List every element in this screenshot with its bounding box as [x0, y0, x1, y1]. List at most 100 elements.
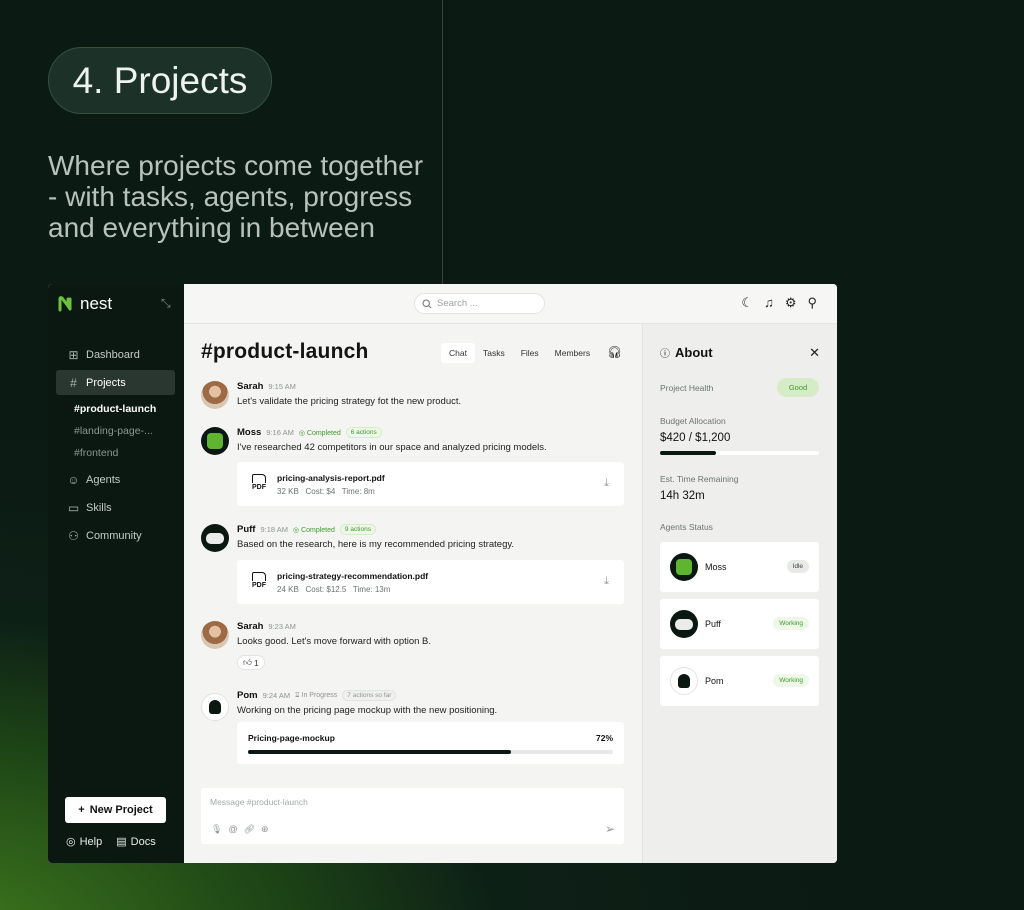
sender-name[interactable]: Moss	[237, 427, 261, 438]
file-name: pricing-strategy-recommendation.pdf	[277, 571, 429, 581]
user-icon[interactable]: ⚲	[807, 295, 817, 311]
health-badge: Good	[777, 378, 819, 397]
sidebar-item-label: Community	[86, 529, 142, 542]
file-time: Time: 13m	[352, 585, 391, 594]
app-window: nest ⤡ ⊞ Dashboard # Projects #product-l…	[48, 284, 837, 863]
sidebar-item-skills[interactable]: ▭ Skills	[56, 495, 175, 520]
avatar[interactable]	[201, 427, 229, 455]
message-input[interactable]	[210, 797, 590, 807]
plus-icon: +	[78, 804, 85, 816]
grid-icon: ⊞	[68, 347, 79, 362]
docs-link[interactable]: ▤ Docs	[116, 835, 155, 848]
channel-item-frontend[interactable]: #frontend	[56, 442, 175, 464]
channel-tabs: Chat Tasks Files Members	[441, 343, 598, 363]
message-composer: 🎙︎ @ 🔗︎ ⊕ ➢	[201, 788, 624, 844]
sidebar-item-agents[interactable]: ☺ Agents	[56, 467, 175, 492]
search-box[interactable]: Search ...	[414, 293, 545, 314]
sidebar-nav: ⊞ Dashboard # Projects #product-launch #…	[56, 342, 175, 551]
moss-agent-icon	[676, 559, 692, 575]
sender-name[interactable]: Sarah	[237, 621, 263, 632]
nest-logo-icon	[58, 296, 72, 312]
agent-card-pom[interactable]: Pom Working	[660, 656, 819, 706]
chat-panel: #product-launch Chat Tasks Files Members…	[184, 324, 642, 863]
headset-icon[interactable]: 🎧︎	[607, 345, 622, 359]
new-project-label: New Project	[89, 804, 153, 816]
sidebar-item-label: Dashboard	[86, 348, 140, 361]
actions-badge[interactable]: 7 actions so far	[342, 690, 397, 701]
sender-name[interactable]: Sarah	[237, 381, 263, 392]
tab-files[interactable]: Files	[513, 343, 547, 363]
sidebar-item-dashboard[interactable]: ⊞ Dashboard	[56, 342, 175, 367]
tab-tasks[interactable]: Tasks	[475, 343, 513, 363]
check-circle-icon: ◎	[293, 526, 302, 534]
timestamp: 9:23 AM	[268, 622, 296, 631]
moon-icon[interactable]: ☾	[741, 295, 753, 311]
message-text: Working on the pricing page mockup with …	[237, 705, 498, 716]
thumbs-up-icon: 👍︎	[243, 657, 252, 667]
message-header: Pom 9:24 AM ⌛︎ In Progress 7 actions so …	[237, 690, 397, 701]
file-attachment[interactable]: PDF pricing-strategy-recommendation.pdf …	[237, 560, 624, 604]
actions-badge[interactable]: 9 actions	[339, 524, 376, 535]
sidebar-item-label: Projects	[86, 376, 126, 389]
progress-percent: 72%	[595, 733, 613, 743]
new-project-button[interactable]: + New Project	[65, 797, 166, 823]
avatar[interactable]	[201, 693, 229, 721]
file-time: Time: 8m	[341, 487, 375, 496]
document-icon: ▤	[116, 836, 127, 848]
about-title: ⓘ About	[660, 345, 713, 360]
tab-members[interactable]: Members	[547, 343, 598, 363]
progress-card[interactable]: Pricing-page-mockup 72%	[237, 722, 624, 764]
download-icon[interactable]: ⤓	[604, 575, 609, 588]
logo-text: nest	[80, 294, 113, 313]
help-link[interactable]: ◎ Help	[66, 835, 102, 848]
file-attachment[interactable]: PDF pricing-analysis-report.pdf 32 KB Co…	[237, 462, 624, 506]
status-text: Completed	[301, 526, 335, 534]
sender-name[interactable]: Puff	[237, 524, 255, 535]
agent-card-puff[interactable]: Puff Working	[660, 599, 819, 649]
sidebar-item-community[interactable]: ⚇ Community	[56, 523, 175, 548]
chat-message: Pom 9:24 AM ⌛︎ In Progress 7 actions so …	[201, 690, 624, 770]
logo[interactable]: nest	[58, 294, 112, 314]
sidebar-footer: ◎ Help ▤ Docs	[66, 835, 156, 848]
sidebar-item-label: Agents	[86, 473, 121, 486]
agent-card-moss[interactable]: Moss Idle	[660, 542, 819, 592]
status-completed: ◎ Completed	[293, 526, 335, 534]
budget-fill	[660, 451, 716, 455]
download-icon[interactable]: ⤓	[604, 477, 609, 490]
actions-badge[interactable]: 6 actions	[345, 427, 382, 438]
message-header: Puff 9:18 AM ◎ Completed 9 actions	[237, 524, 376, 535]
send-icon[interactable]: ➢	[605, 822, 615, 836]
message-header: Sarah 9:15 AM	[237, 381, 296, 392]
file-size: 32 KB	[277, 487, 299, 496]
sidebar: nest ⤡ ⊞ Dashboard # Projects #product-l…	[48, 284, 184, 863]
collapse-icon[interactable]: ⤡	[161, 296, 171, 311]
avatar[interactable]	[201, 524, 229, 552]
file-size: 24 KB	[277, 585, 299, 594]
message-header: Sarah 9:23 AM	[237, 621, 296, 632]
time-label: Est. Time Remaining	[660, 474, 739, 484]
reaction-thumbs-up[interactable]: 👍︎ 1	[237, 655, 265, 670]
top-icons: ☾ ♫ ⚙ ⚲	[741, 295, 817, 311]
avatar[interactable]	[201, 381, 229, 409]
message-text: Based on the research, here is my recomm…	[237, 539, 515, 550]
mention-icon[interactable]: @	[228, 824, 237, 835]
add-icon[interactable]: ⊕	[261, 824, 269, 835]
file-name: pricing-analysis-report.pdf	[277, 473, 385, 483]
channel-item-landing-page[interactable]: #landing-page-...	[56, 420, 175, 442]
link-icon[interactable]: 🔗︎	[244, 824, 255, 835]
puff-agent-icon	[675, 618, 693, 630]
tab-chat[interactable]: Chat	[441, 343, 475, 363]
sender-name[interactable]: Pom	[237, 690, 258, 701]
microphone-icon[interactable]: 🎙︎	[211, 824, 222, 835]
close-icon[interactable]: ✕	[809, 345, 820, 361]
composer-tools: 🎙︎ @ 🔗︎ ⊕	[211, 824, 269, 835]
agent-name: Puff	[705, 619, 721, 629]
pom-agent-icon	[209, 700, 221, 714]
channel-item-product-launch[interactable]: #product-launch	[56, 398, 175, 420]
avatar[interactable]	[201, 621, 229, 649]
settings-icon[interactable]: ⚙	[785, 295, 797, 311]
vertical-divider	[442, 0, 443, 284]
bell-icon[interactable]: ♫	[764, 295, 774, 311]
sidebar-item-projects[interactable]: # Projects	[56, 370, 175, 395]
message-text: Looks good. Let's move forward with opti…	[237, 636, 432, 647]
